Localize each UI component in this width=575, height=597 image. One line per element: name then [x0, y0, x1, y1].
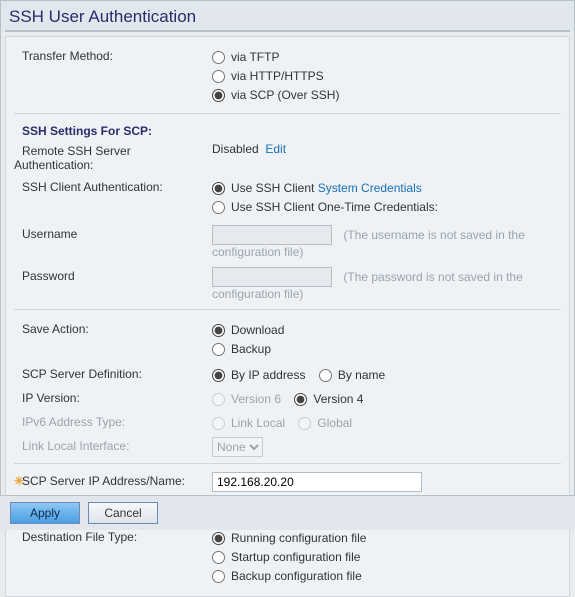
password-input — [212, 267, 332, 287]
label-startup-config: Startup configuration file — [231, 550, 360, 564]
ssh-section-header: SSH Settings For SCP: — [14, 122, 212, 138]
remote-auth-label: Remote SSH Server Authentication: — [14, 142, 212, 172]
link-local-if-label: Link Local Interface: — [14, 437, 212, 453]
radio-onetime-creds[interactable] — [212, 201, 225, 214]
title-divider — [5, 30, 570, 32]
label-download: Download — [231, 323, 284, 337]
radio-global — [298, 417, 311, 430]
radio-link-local — [212, 417, 225, 430]
server-addr-label: ✳SCP Server IP Address/Name: — [14, 472, 212, 488]
transfer-method-label: Transfer Method: — [14, 47, 212, 63]
radio-via-tftp[interactable] — [212, 51, 225, 64]
radio-by-name[interactable] — [319, 369, 332, 382]
radio-via-scp[interactable] — [212, 89, 225, 102]
label-via-http: via HTTP/HTTPS — [231, 69, 324, 83]
label-link-local: Link Local — [231, 416, 285, 430]
radio-download[interactable] — [212, 324, 225, 337]
radio-version4[interactable] — [294, 393, 307, 406]
server-addr-input[interactable] — [212, 472, 422, 492]
label-version6: Version 6 — [231, 392, 281, 406]
label-by-ip: By IP address — [231, 368, 305, 382]
label-via-scp: via SCP (Over SSH) — [231, 88, 339, 102]
client-auth-label: SSH Client Authentication: — [14, 178, 212, 194]
label-sys-creds: Use SSH Client System Credentials — [231, 181, 422, 195]
system-credentials-link[interactable]: System Credentials — [318, 181, 422, 195]
divider-1 — [14, 113, 561, 114]
radio-version6 — [212, 393, 225, 406]
radio-sys-creds[interactable] — [212, 182, 225, 195]
radio-backup[interactable] — [212, 343, 225, 356]
ipv6-type-label: IPv6 Address Type: — [14, 413, 212, 429]
label-global: Global — [317, 416, 352, 430]
link-local-if-select: None — [212, 437, 263, 457]
label-version4: Version 4 — [313, 392, 363, 406]
dest-file-label: Destination File Type: — [14, 528, 212, 544]
password-label: Password — [14, 267, 212, 283]
server-def-label: SCP Server Definition: — [14, 365, 212, 381]
radio-via-http[interactable] — [212, 70, 225, 83]
button-bar: Apply Cancel — [0, 495, 575, 530]
divider-3 — [14, 463, 561, 464]
remote-auth-edit-link[interactable]: Edit — [265, 142, 286, 156]
apply-button[interactable]: Apply — [10, 502, 80, 524]
page-title: SSH User Authentication — [1, 1, 574, 30]
radio-backup-config[interactable] — [212, 570, 225, 583]
radio-by-ip[interactable] — [212, 369, 225, 382]
label-running-config: Running configuration file — [231, 531, 366, 545]
label-onetime-creds: Use SSH Client One-Time Credentials: — [231, 200, 438, 214]
save-action-label: Save Action: — [14, 320, 212, 336]
label-via-tftp: via TFTP — [231, 50, 279, 64]
transfer-method-row: Transfer Method: via TFTP via HTTP/HTTPS… — [14, 43, 561, 109]
username-label: Username — [14, 225, 212, 241]
ip-version-label: IP Version: — [14, 389, 212, 405]
remote-auth-value: Disabled — [212, 142, 259, 156]
cancel-button[interactable]: Cancel — [88, 502, 158, 524]
label-backup-config: Backup configuration file — [231, 569, 362, 583]
radio-running-config[interactable] — [212, 532, 225, 545]
radio-startup-config[interactable] — [212, 551, 225, 564]
label-by-name: By name — [338, 368, 385, 382]
label-backup: Backup — [231, 342, 271, 356]
divider-2 — [14, 309, 561, 310]
username-input — [212, 225, 332, 245]
